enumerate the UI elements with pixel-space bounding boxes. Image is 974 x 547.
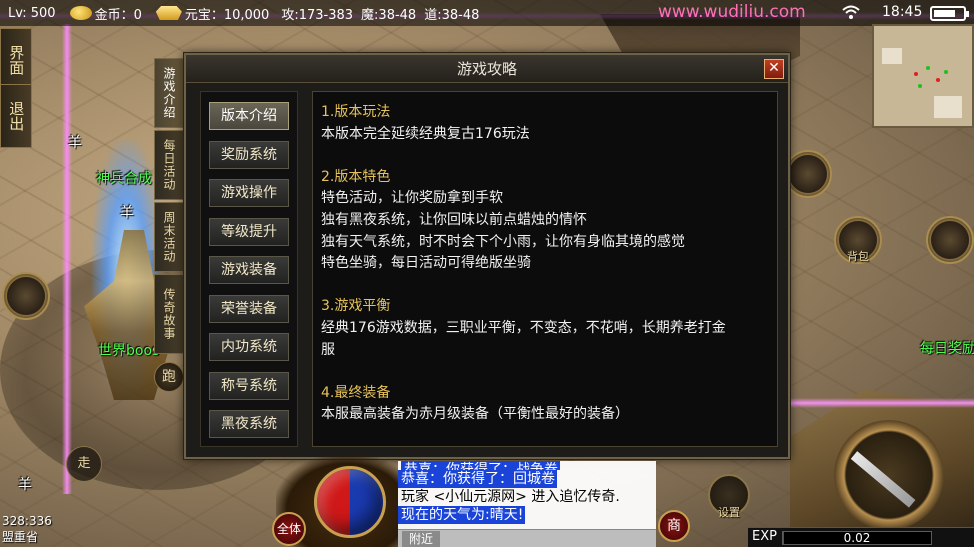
tab-legend-story[interactable]: 传奇故事 [154,274,184,354]
tao-stat: 道:38-48 [424,7,480,23]
menu-item[interactable]: 荣誉装备 [209,294,289,323]
game-guide-dialog: 游戏攻略 ✕ 版本介绍奖励系统游戏操作等级提升游戏装备荣誉装备内功系统称号系统黑… [184,53,790,459]
section-line: 本服最高装备为赤月级装备（平衡性最好的装备） [321,406,629,423]
minimap-marker [918,84,922,88]
settings-button[interactable]: 设置 [708,474,750,519]
section-line: 经典176游戏数据，三职业平衡，不变态，不花哨，长期养老打金 [321,319,726,336]
chat-box[interactable]: 恭喜：你获得了：战争卷 恭喜：你获得了：回城卷 玩家 <小仙元源网> 进入追忆传奇.… [398,461,656,533]
chat-row: 玩家 <小仙元源网> 进入追忆传奇. [398,488,656,506]
section-line: 特色坐骑，每日活动可得绝版坐骑 [321,255,531,272]
section-title: 1.版本玩法 [321,104,391,120]
section-line: 本版本完全延续经典复古176玩法 [321,125,530,142]
wifi-icon [842,5,860,19]
exit-button[interactable]: 退出 [0,84,32,148]
npc-world-boss-label[interactable]: 世界boos [98,340,159,360]
sheep-label[interactable]: 羊 [18,474,32,494]
chat-message: 恭喜：你获得了：回城卷 [398,470,557,488]
section-line: 服 [321,341,335,358]
character-button[interactable] [2,272,50,320]
menu-item[interactable]: 游戏装备 [209,256,289,284]
minimap-building [882,48,902,64]
magic-beam [62,24,72,494]
guide-menu: 版本介绍奖励系统游戏操作等级提升游戏装备荣誉装备内功系统称号系统黑夜系统 [200,91,298,447]
status-bar: Lv: 500 金币：0 元宝：10,000 攻:173-383 魔:38-48… [0,0,974,26]
run-button[interactable]: 跑 [154,362,184,392]
level-stat: Lv: 500 [8,5,56,21]
minimap-marker [926,66,930,70]
exp-bar: EXP 0.02 [748,527,974,547]
attack-mode-button[interactable]: 全体 [272,512,306,546]
magic-beam [790,398,974,408]
exp-label: EXP [752,529,777,544]
minimap-building [934,96,962,118]
menu-item[interactable]: 奖励系统 [209,140,289,169]
tab-game-intro[interactable]: 游戏介绍 [154,58,184,128]
minimap[interactable] [872,24,974,128]
chat-row: 现在的天气为:晴天! [398,506,656,524]
clock: 18:45 [882,4,923,20]
chat-row: 恭喜：你获得了：战争卷 [398,461,656,470]
section-line: 独有黑夜系统，让你回味以前点蜡烛的情怀 [321,211,587,228]
sheep-label[interactable]: 羊 [68,132,82,152]
guide-content: 1.版本玩法本版本完全延续经典复古176玩法 2.版本特色特色活动，让你奖励拿到手… [312,91,778,447]
chat-message: 恭喜：你获得了：战争卷 [401,461,560,470]
battery-fill [934,10,955,17]
attack-button[interactable] [834,420,944,530]
section-title: 3.游戏平衡 [321,298,391,315]
gold-coin-icon [69,6,92,20]
shop-button[interactable]: 商 [658,510,690,542]
chat-tabs: 附近 [398,529,656,547]
menu-item[interactable]: 版本介绍 [209,102,289,130]
attack-stat: 攻:173-383 [281,7,354,23]
minimap-marker [914,72,918,76]
menu-item[interactable]: 等级提升 [209,217,289,246]
section-line: 独有天气系统，时不时会下个小雨，让你有身临其境的感觉 [321,233,685,250]
menu-item[interactable]: 称号系统 [209,371,289,400]
chat-message: 玩家 <小仙元源网> 进入追忆传奇. [401,489,620,505]
yuanbao-value: 元宝：10,000 [184,7,270,23]
sword-icon [850,451,916,508]
exp-value: 0.02 [843,531,871,545]
website-watermark: www.wudiliu.com [658,2,806,22]
map-name: 盟重省 [2,530,39,544]
interface-button[interactable]: 界面 [0,28,32,92]
minimap-marker [936,78,940,82]
menu-item[interactable]: 游戏操作 [209,179,289,207]
dialog-title: 游戏攻略 [186,55,788,83]
close-button[interactable]: ✕ [764,59,784,79]
minimap-marker [944,70,948,74]
battery-icon [930,6,969,21]
backpack-label: 背包 [847,250,869,263]
gold-value: 金币：0 [94,7,142,23]
magic-stat: 魔:38-48 [361,7,417,23]
sheep-label[interactable]: 羊 [120,202,134,222]
activity-button[interactable] [784,150,832,198]
yuanbao-stat: 元宝：10,000 [155,4,270,23]
backpack-button[interactable]: 背包 [834,216,882,264]
skill-button[interactable] [926,216,974,264]
section-line: 特色活动，让你奖励拿到手软 [321,190,503,207]
coordinates: 328:336 [2,514,52,528]
hp-mp-orb [314,466,386,538]
chat-tab-nearby[interactable]: 附近 [402,531,440,547]
npc-shenbing-label[interactable]: 神兵合成 [96,168,152,188]
menu-item[interactable]: 内功系统 [209,333,289,361]
chat-message: 现在的天气为:晴天! [398,506,526,524]
chat-row: 恭喜：你获得了：回城卷 [398,470,656,488]
tab-weekend-activity[interactable]: 周末活动 [154,202,184,272]
exp-track: 0.02 [782,531,932,545]
section-title: 2.版本特色 [321,168,391,185]
gold-ingot-icon [155,6,182,20]
gold-stat: 金币：0 [69,4,142,23]
tab-daily-activity[interactable]: 每日活动 [154,130,184,200]
walk-button[interactable]: 走 [66,446,102,482]
section-title: 4.最终装备 [321,384,391,401]
menu-item[interactable]: 黑夜系统 [209,410,289,438]
npc-daily-reward-label[interactable]: 每日奖励 [920,338,974,358]
location-info: 328:336 盟重省 [2,513,52,545]
settings-label: 设置 [718,506,740,519]
